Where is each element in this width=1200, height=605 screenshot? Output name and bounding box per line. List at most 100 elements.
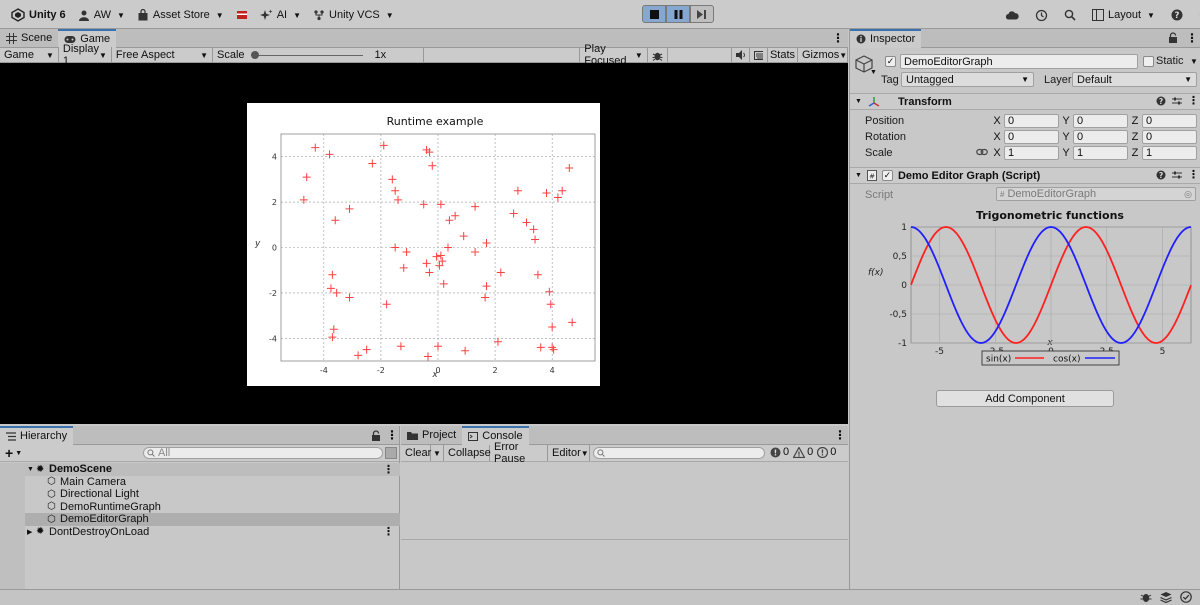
help-button[interactable]: ? (1166, 4, 1188, 26)
row-menu-icon[interactable]: ⋮ (383, 463, 394, 476)
chevron-down-icon[interactable]: ▼ (27, 466, 36, 473)
script-component-header[interactable]: ▼ # ✓ Demo Editor Graph (Script) ? ⋮ (850, 167, 1200, 184)
step-button[interactable] (690, 5, 714, 23)
cloud-button[interactable] (1000, 4, 1024, 26)
chevron-down-icon[interactable]: ▼ (1190, 57, 1198, 66)
scatter-point (382, 300, 391, 309)
preset-sliders-icon[interactable] (1172, 170, 1182, 180)
layout-dropdown[interactable]: Layout ▼ (1087, 4, 1160, 26)
position-y-field[interactable]: 0 (1073, 114, 1128, 128)
lock-icon[interactable] (1168, 32, 1178, 46)
scale-slider[interactable] (250, 51, 363, 59)
position-x-field[interactable]: 0 (1004, 114, 1059, 128)
panel-menu-icon[interactable]: ⋮ (386, 428, 398, 442)
stats-toggle[interactable]: Stats (768, 47, 798, 63)
panel-menu-icon[interactable]: ⋮ (834, 428, 846, 442)
bug-button[interactable] (648, 47, 668, 63)
position-z-field[interactable]: 0 (1142, 114, 1197, 128)
chevron-right-icon[interactable]: ▶ (27, 528, 36, 536)
game-mode-dropdown[interactable]: Game ▼ (0, 47, 59, 63)
layer-dropdown[interactable]: Default ▼ (1072, 72, 1197, 87)
preset-sliders-icon[interactable] (1172, 96, 1182, 106)
audio-mute-button[interactable] (732, 47, 750, 63)
row-menu-icon[interactable]: ⋮ (383, 525, 394, 538)
ai-dropdown[interactable]: AI ▼ (255, 4, 306, 26)
hierarchy-row-dont-destroy[interactable]: ▶ ✹ DontDestroyOnLoad ⋮ (25, 526, 400, 539)
account-dropdown[interactable]: AW ▼ (73, 4, 130, 26)
panel-menu-icon[interactable]: ⋮ (1186, 31, 1198, 45)
help-icon[interactable]: ? (1156, 96, 1166, 106)
collapse-toggle[interactable]: Collapse (444, 445, 491, 461)
constrain-link-icon[interactable] (976, 147, 988, 160)
script-enabled-checkbox[interactable]: ✓ (881, 170, 893, 181)
search-options-icon[interactable] (385, 447, 397, 459)
rotation-x-field[interactable]: 0 (1004, 130, 1059, 144)
search-icon (147, 449, 155, 457)
transform-header[interactable]: ▼ Transform ? ⋮ (850, 93, 1200, 110)
console-panel: Project Console ⋮ Clear ▼ Collapse Error… (401, 425, 848, 589)
scale-y-field[interactable]: 1 (1073, 146, 1128, 160)
clear-button[interactable]: Clear (401, 445, 431, 461)
tab-inspector[interactable]: Inspector (850, 28, 922, 48)
scatter-point (325, 150, 334, 159)
component-menu-icon[interactable]: ⋮ (1188, 170, 1199, 181)
scale-x-field[interactable]: 1 (1004, 146, 1059, 160)
tag-dropdown[interactable]: Untagged ▼ (901, 72, 1034, 87)
scale-z-field[interactable]: 1 (1142, 146, 1197, 160)
hierarchy-row-directional-light[interactable]: ⬡ Directional Light (25, 488, 400, 501)
gameobject-cube-icon: ⬡ (47, 501, 56, 513)
tab-project[interactable]: Project (401, 426, 462, 445)
search-button[interactable] (1059, 4, 1081, 26)
hierarchy-row-scene[interactable]: ▼ ✹ DemoScene ⋮ (25, 463, 400, 476)
package-button[interactable] (231, 4, 253, 26)
trig-chart-title: Trigonometric functions (976, 209, 1124, 222)
tab-hierarchy[interactable]: Hierarchy (0, 425, 74, 445)
active-checkbox[interactable]: ✓ (885, 56, 896, 67)
layers-icon[interactable] (1160, 591, 1172, 603)
shortcuts-button[interactable] (750, 47, 768, 63)
asset-store-dropdown[interactable]: Asset Store ▼ (132, 4, 229, 26)
hierarchy-row-demo-editor-graph[interactable]: ⬡ DemoEditorGraph (25, 513, 400, 526)
rotation-z-field[interactable]: 0 (1142, 130, 1197, 144)
console-divider[interactable] (401, 539, 848, 540)
play-focused-dropdown[interactable]: Play Focused ▼ (580, 43, 648, 67)
component-menu-icon[interactable]: ⋮ (1188, 96, 1199, 107)
play-button[interactable] (642, 5, 666, 23)
console-search-input[interactable] (593, 447, 765, 459)
object-picker-icon[interactable]: ◎ (1184, 189, 1192, 200)
bug-icon[interactable] (1140, 591, 1152, 603)
vcs-dropdown[interactable]: Unity VCS ▼ (308, 4, 399, 26)
help-icon[interactable]: ? (1156, 170, 1166, 180)
hierarchy-search-input[interactable]: All (143, 447, 383, 459)
lock-icon[interactable] (371, 430, 381, 444)
settings-button[interactable] (1194, 4, 1200, 26)
unity-menu-button[interactable]: Unity 6 (6, 4, 71, 26)
rotation-y-field[interactable]: 0 (1073, 130, 1128, 144)
static-checkbox[interactable] (1143, 56, 1154, 67)
gizmos-dropdown[interactable]: Gizmos ▼ (798, 47, 848, 63)
warning-count-toggle[interactable]: ! 0 (793, 446, 813, 458)
create-button[interactable]: + ▼ (5, 446, 22, 460)
undo-history-button[interactable] (1030, 4, 1053, 26)
tab-scene[interactable]: Scene (0, 29, 58, 48)
add-component-button[interactable]: Add Component (936, 390, 1114, 407)
error-pause-toggle[interactable]: Error Pause (490, 441, 548, 465)
pause-button[interactable] (666, 5, 690, 23)
check-circle-icon[interactable] (1180, 591, 1192, 603)
scale-slider-handle[interactable] (250, 51, 259, 59)
hierarchy-row-main-camera[interactable]: ⬡ Main Camera (25, 476, 400, 489)
y-tick-label: -4 (269, 334, 277, 343)
step-icon (697, 9, 706, 19)
aspect-dropdown[interactable]: Free Aspect ▼ (112, 47, 213, 63)
message-count-toggle[interactable]: ! 0 (817, 446, 836, 458)
error-count-toggle[interactable]: ! 0 (770, 446, 789, 458)
editor-dropdown[interactable]: Editor ▼ (548, 445, 590, 461)
script-object-field[interactable]: # DemoEditorGraph ◎ (996, 187, 1196, 201)
object-name-field[interactable]: DemoEditorGraph (900, 54, 1138, 69)
hierarchy-row-demo-runtime-graph[interactable]: ⬡ DemoRuntimeGraph (25, 501, 400, 514)
clear-options-dropdown[interactable]: ▼ (431, 445, 444, 461)
folder-icon (407, 431, 418, 440)
panel-menu-icon[interactable]: ⋮ (832, 31, 844, 45)
display-dropdown[interactable]: Display 1 ▼ (59, 43, 112, 67)
chevron-down-icon[interactable]: ▼ (870, 69, 877, 76)
